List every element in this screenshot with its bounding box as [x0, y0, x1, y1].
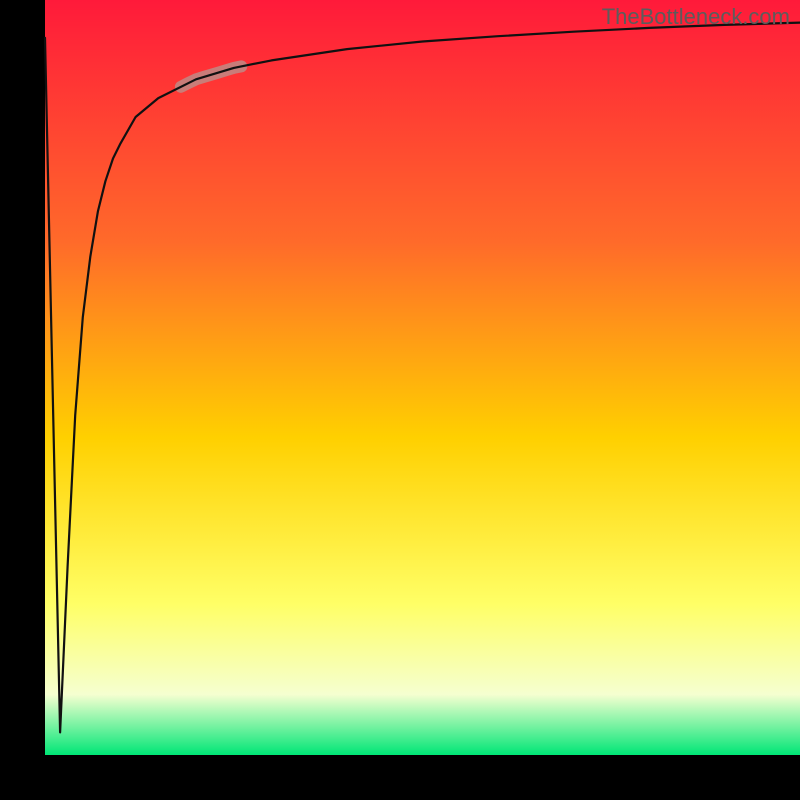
bottleneck-curve	[45, 23, 800, 733]
attribution-text: TheBottleneck.com	[602, 4, 790, 30]
chart-container: TheBottleneck.com	[0, 0, 800, 800]
curve-layer	[45, 0, 800, 755]
y-axis-bar	[0, 0, 45, 760]
plot-area	[45, 0, 800, 755]
x-axis-bar	[0, 755, 800, 800]
